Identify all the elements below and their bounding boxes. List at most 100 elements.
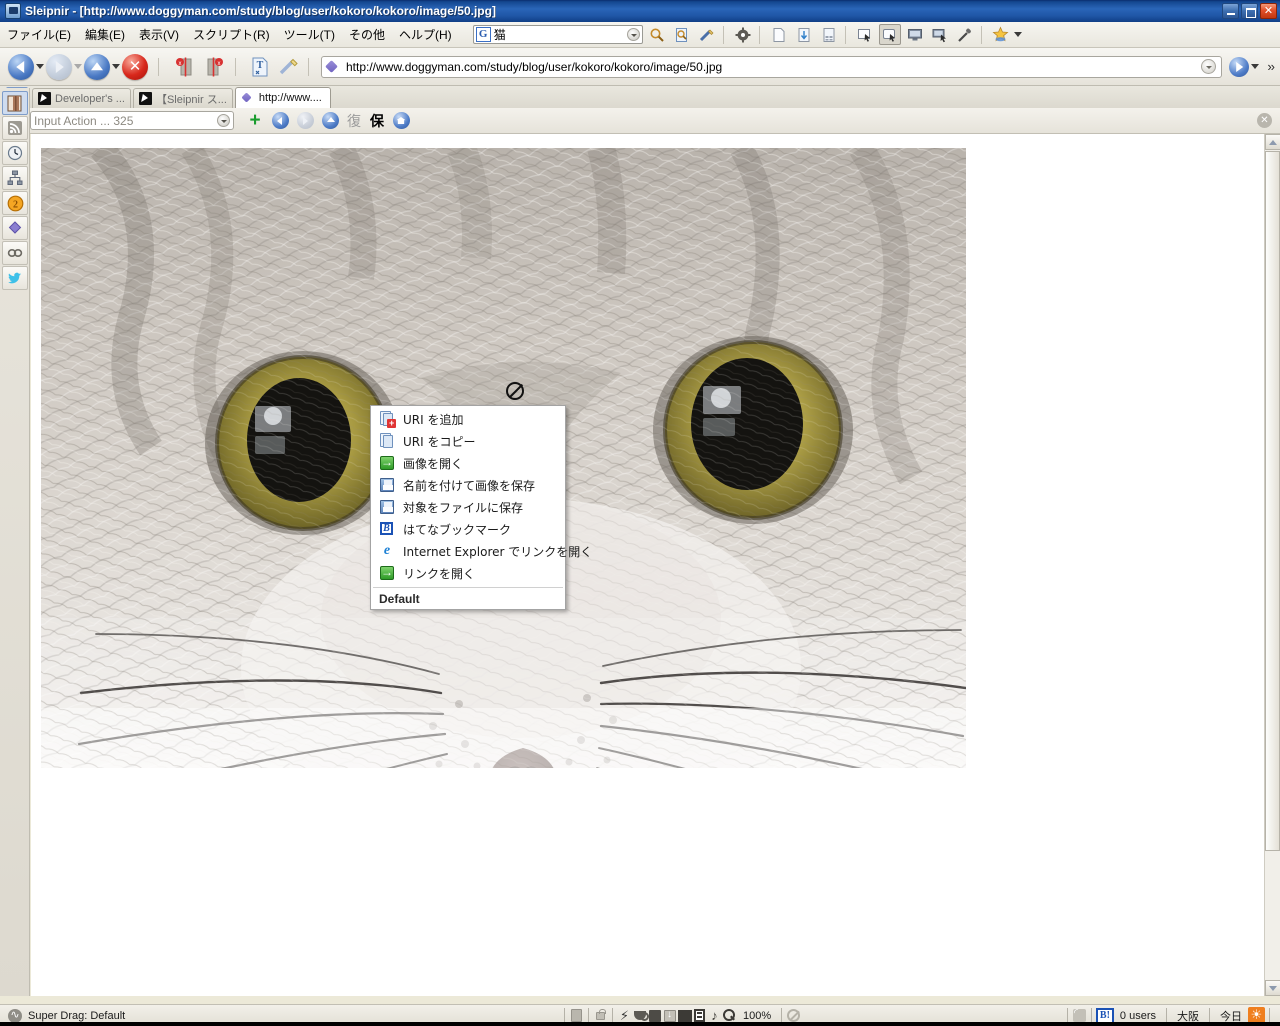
- action-restore-button[interactable]: 復: [344, 111, 364, 131]
- menu-edit[interactable]: 編集(E): [78, 23, 132, 46]
- no-drop-cursor: [506, 382, 524, 400]
- tab-label: http://www....: [258, 92, 322, 104]
- no-script-icon[interactable]: [786, 1008, 801, 1023]
- ctx-hatena-bookmark[interactable]: B はてなブックマーク: [371, 518, 565, 540]
- video-icon[interactable]: [692, 1008, 707, 1023]
- star-favorites-icon[interactable]: [990, 24, 1012, 45]
- rss-status-icon[interactable]: [1072, 1006, 1087, 1023]
- menu-other[interactable]: その他: [342, 23, 392, 46]
- nav-separator: [158, 57, 159, 76]
- sidebar-history[interactable]: [2, 141, 28, 165]
- zoom-icon[interactable]: [722, 1008, 737, 1023]
- sidebar-kite[interactable]: [2, 216, 28, 240]
- go-button[interactable]: [1229, 56, 1250, 77]
- search-box[interactable]: G 猫: [472, 25, 643, 44]
- sidebar-link[interactable]: [2, 241, 28, 265]
- close-actionbar-button[interactable]: ✕: [1257, 113, 1272, 128]
- nav-separator: [308, 57, 309, 76]
- tab-1[interactable]: 【Sleipnir ス...: [132, 88, 233, 108]
- back-dropdown-icon[interactable]: [34, 54, 46, 80]
- search-input[interactable]: 猫: [494, 26, 627, 43]
- monitor-select-icon[interactable]: [929, 24, 951, 45]
- up-button[interactable]: [84, 53, 110, 80]
- window-select-active-icon[interactable]: [878, 24, 901, 45]
- back-button[interactable]: [8, 53, 34, 80]
- new-page-icon[interactable]: [768, 24, 790, 45]
- clock-icon: [7, 145, 23, 161]
- ctx-open-image[interactable]: 画像を開く: [371, 452, 565, 474]
- menu-view[interactable]: 表示(V): [132, 23, 186, 46]
- vertical-scrollbar[interactable]: [1264, 134, 1280, 996]
- navigation-toolbar: ✕ x x T http://www.doggyman.com/study/bl…: [0, 48, 1280, 86]
- gear-icon[interactable]: [732, 24, 754, 45]
- find-page-icon[interactable]: [671, 24, 693, 45]
- kite-icon: [8, 221, 22, 234]
- monitor-icon[interactable]: [904, 24, 926, 45]
- tab-0[interactable]: Developer's ...: [32, 88, 131, 108]
- menu-script[interactable]: スクリプト(R): [186, 23, 277, 46]
- zoom-level[interactable]: 100%: [737, 1010, 777, 1022]
- toolbar-separator: [844, 25, 846, 44]
- music-icon[interactable]: ♪: [707, 1008, 722, 1023]
- lock-icon[interactable]: [593, 1008, 608, 1023]
- text-select-icon[interactable]: T: [247, 54, 273, 80]
- action-back-button[interactable]: [269, 111, 291, 131]
- hatena-users[interactable]: 0 users: [1114, 1010, 1162, 1022]
- sidebar-bookmarks[interactable]: [2, 91, 28, 115]
- lightning-icon[interactable]: ⚡: [617, 1008, 632, 1023]
- tab-2[interactable]: http://www....: [234, 87, 331, 108]
- stop-button[interactable]: ✕: [122, 53, 148, 80]
- up-dropdown-icon[interactable]: [110, 54, 122, 80]
- add-action-button[interactable]: +: [244, 111, 266, 131]
- highlighter-icon[interactable]: [276, 54, 302, 80]
- sidebar-sitemap[interactable]: [2, 166, 28, 190]
- paintbrush-icon[interactable]: [696, 24, 718, 45]
- panel-icon[interactable]: [569, 1008, 584, 1023]
- ctx-save-target[interactable]: 対象をファイルに保存: [371, 496, 565, 518]
- address-input[interactable]: http://www.doggyman.com/study/blog/user/…: [346, 60, 1201, 74]
- ctx-save-image-as[interactable]: 名前を付けて画像を保存: [371, 474, 565, 496]
- page-refresh-icon[interactable]: [793, 24, 815, 45]
- close-tabs-right-icon[interactable]: x: [201, 54, 227, 80]
- action-save-button[interactable]: 保: [367, 111, 387, 131]
- menu-tools[interactable]: ツール(T): [277, 23, 342, 46]
- download-icon[interactable]: [662, 1008, 677, 1023]
- scroll-down-button[interactable]: [1265, 980, 1280, 996]
- super-drag-label: Super Drag: Default: [28, 1009, 126, 1022]
- favorites-dropdown-icon[interactable]: [1012, 22, 1024, 48]
- flash-icon[interactable]: [677, 1008, 692, 1023]
- sidebar-twitter[interactable]: [2, 266, 28, 290]
- action-home-button[interactable]: [390, 111, 412, 131]
- home-icon: [392, 112, 410, 129]
- menu-file[interactable]: ファイル(E): [0, 23, 78, 46]
- eyedropper-icon[interactable]: [954, 24, 976, 45]
- close-button[interactable]: [1260, 3, 1277, 19]
- page-grid-icon[interactable]: [818, 24, 840, 45]
- cookie-icon[interactable]: [632, 1008, 649, 1023]
- sidebar-feeds[interactable]: [2, 116, 28, 140]
- scroll-up-button[interactable]: [1265, 134, 1280, 150]
- scroll-thumb[interactable]: [1265, 151, 1280, 851]
- ctx-add-uri[interactable]: + URI を追加: [371, 408, 565, 430]
- menu-help[interactable]: ヘルプ(H): [392, 23, 459, 46]
- search-dropdown-icon[interactable]: [626, 28, 640, 41]
- restore-button[interactable]: [1241, 3, 1258, 19]
- action-dropdown-icon[interactable]: [217, 114, 230, 127]
- action-input[interactable]: Input Action ... 325: [30, 111, 234, 130]
- sidebar-badge[interactable]: 2: [2, 191, 28, 215]
- minimize-button[interactable]: [1222, 3, 1239, 19]
- address-bar[interactable]: http://www.doggyman.com/study/blog/user/…: [321, 55, 1223, 78]
- go-dropdown-icon[interactable]: [1249, 54, 1261, 80]
- link-icon: [7, 248, 23, 258]
- ctx-copy-uri[interactable]: URI をコピー: [371, 430, 565, 452]
- block-icon[interactable]: [647, 1008, 662, 1023]
- ctx-open-link[interactable]: リンクを開く: [371, 562, 565, 584]
- ctx-open-in-ie[interactable]: e Internet Explorer でリンクを開く: [371, 540, 592, 562]
- twitter-icon: [8, 272, 21, 284]
- toolbar-overflow-icon[interactable]: ››: [1261, 59, 1280, 74]
- window-select-icon[interactable]: [854, 24, 876, 45]
- magnifier-icon[interactable]: [646, 24, 668, 45]
- address-dropdown-icon[interactable]: [1201, 59, 1217, 74]
- close-tabs-left-icon[interactable]: x: [172, 54, 198, 80]
- action-up-button[interactable]: [319, 111, 341, 131]
